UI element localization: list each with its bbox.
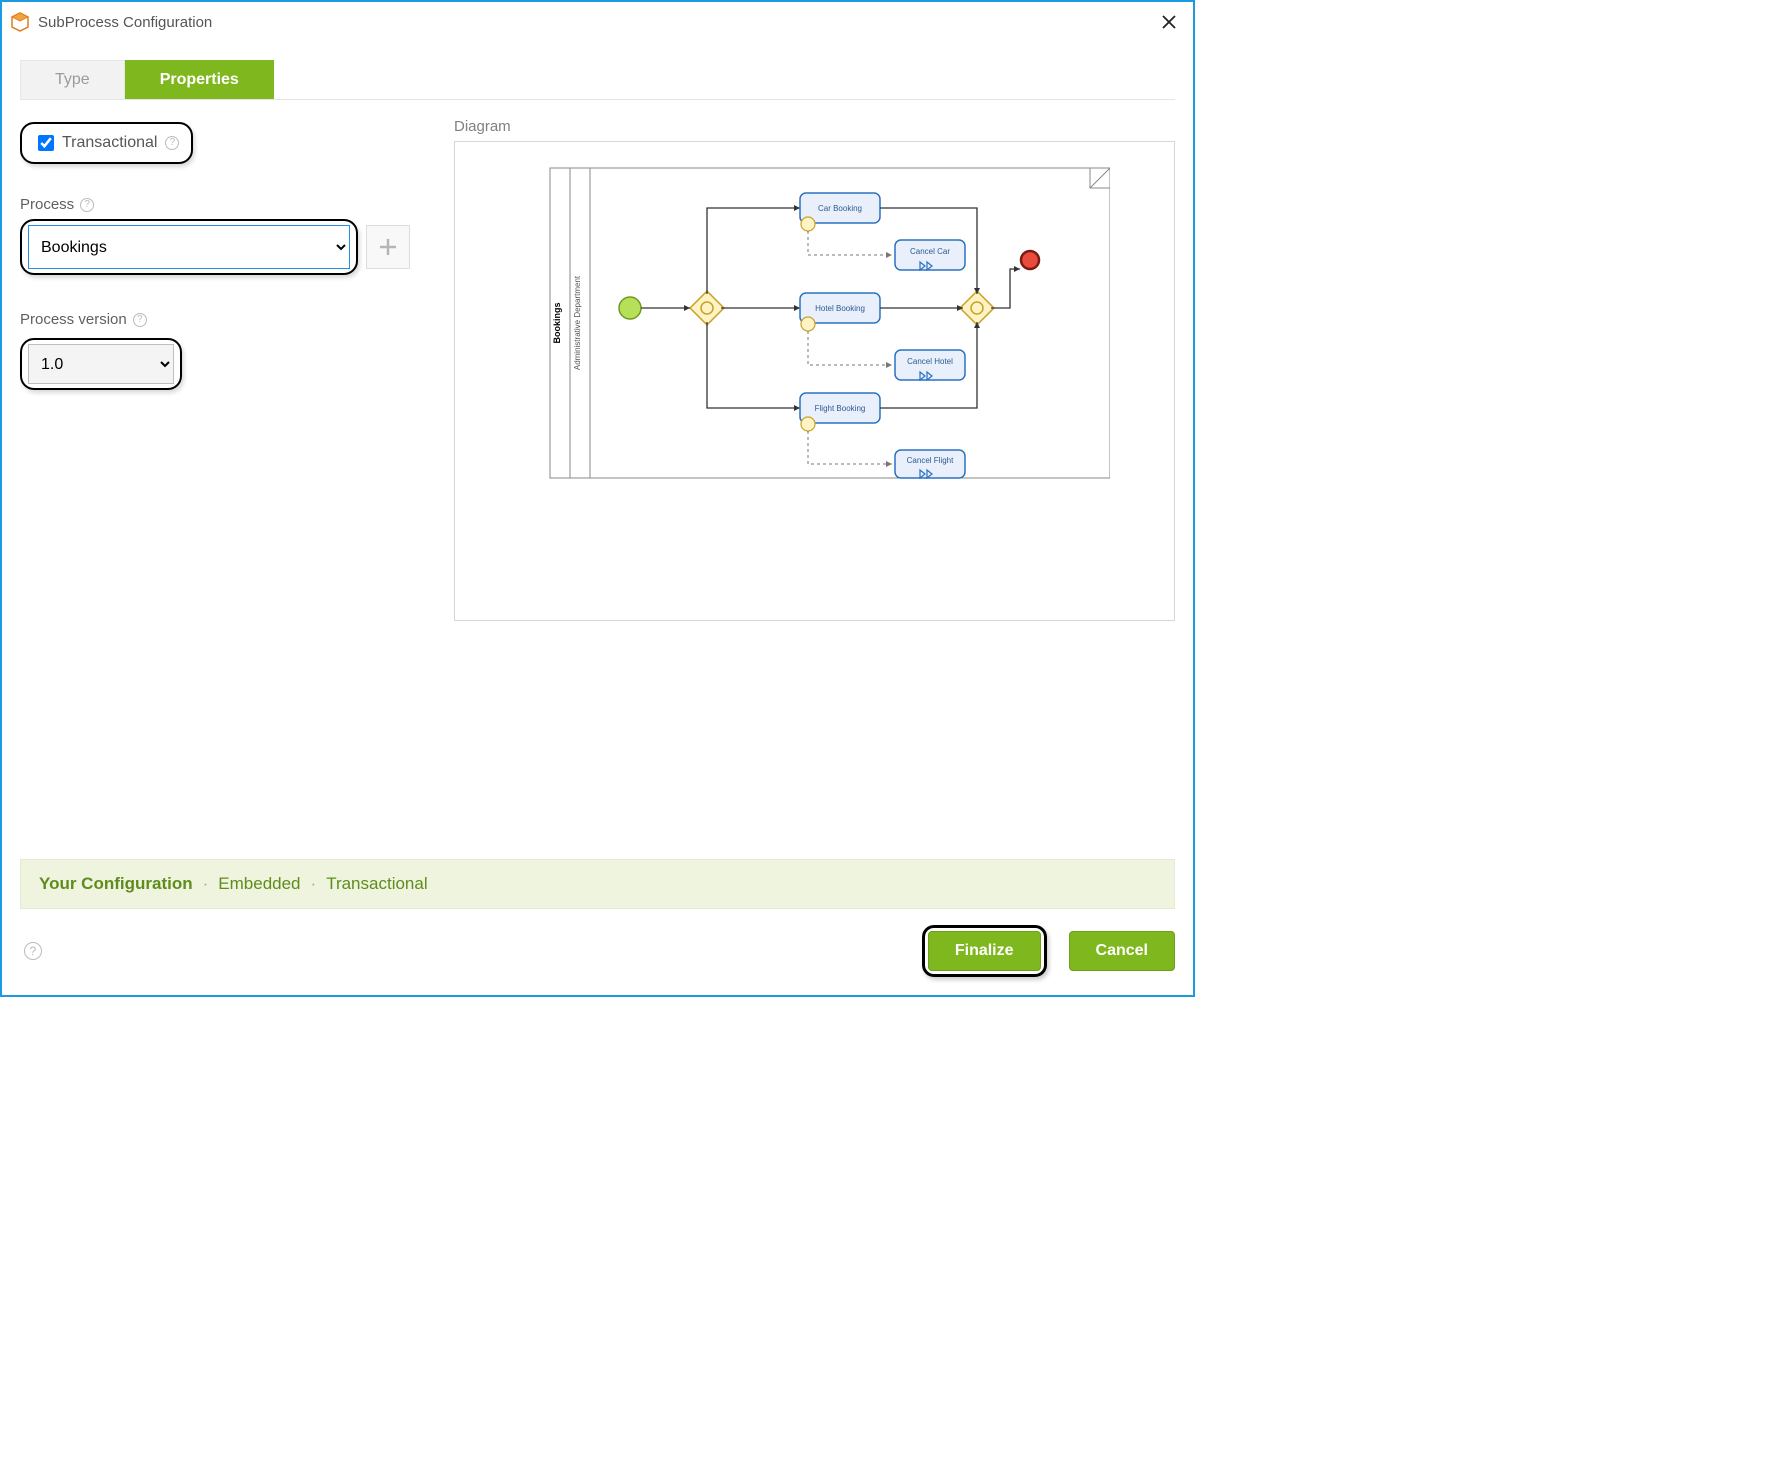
transactional-checkbox[interactable]: [38, 135, 54, 151]
config-summary-title: Your Configuration: [39, 874, 193, 894]
compensation-boundary-icon: [801, 417, 815, 431]
window-title: SubProcess Configuration: [38, 14, 212, 31]
finalize-button[interactable]: Finalize: [928, 931, 1041, 971]
bpmn-diagram: Bookings Administrative Department: [520, 158, 1110, 488]
process-group: Process ? Bookings: [20, 196, 430, 275]
version-label-row: Process version ?: [20, 311, 430, 328]
version-select[interactable]: 1.0: [28, 344, 174, 384]
content-area: Transactional ? Process ? Bookings: [2, 100, 1193, 859]
start-event-icon: [619, 297, 641, 319]
process-label-row: Process ?: [20, 196, 430, 213]
separator-dot: ·: [311, 874, 317, 894]
process-select[interactable]: Bookings: [28, 225, 350, 269]
finalize-highlight: Finalize: [922, 925, 1047, 977]
lane-name: Administrative Department: [573, 275, 582, 370]
process-select-highlight: Bookings: [20, 219, 358, 275]
config-summary: Your Configuration · Embedded · Transact…: [20, 859, 1175, 909]
cancel-button[interactable]: Cancel: [1069, 931, 1175, 971]
tab-bar: Type Properties: [20, 60, 1175, 100]
transactional-highlight: Transactional ?: [20, 122, 193, 164]
add-process-button[interactable]: [366, 225, 410, 269]
version-select-highlight: 1.0: [20, 338, 182, 390]
help-icon[interactable]: ?: [80, 198, 94, 212]
tab-type[interactable]: Type: [20, 60, 125, 99]
process-label: Process: [20, 196, 74, 213]
end-event-icon: [1021, 251, 1039, 269]
diagram-column: Diagram Bookings Administrative Departme…: [454, 118, 1175, 859]
svg-text:Cancel Hotel: Cancel Hotel: [907, 357, 953, 366]
tab-properties[interactable]: Properties: [125, 60, 274, 99]
transactional-group: Transactional ?: [20, 122, 430, 164]
svg-text:Car Booking: Car Booking: [817, 204, 861, 213]
titlebar: SubProcess Configuration: [2, 2, 1193, 42]
app-icon: [10, 12, 30, 32]
diagram-label: Diagram: [454, 118, 1175, 135]
help-icon[interactable]: ?: [133, 313, 147, 327]
separator-dot: ·: [203, 874, 209, 894]
config-chip-transactional: Transactional: [326, 874, 427, 894]
compensation-boundary-icon: [801, 317, 815, 331]
compensation-boundary-icon: [801, 217, 815, 231]
close-button[interactable]: [1155, 8, 1183, 36]
version-group: Process version ? 1.0: [20, 311, 430, 390]
svg-text:Cancel Flight: Cancel Flight: [906, 456, 953, 465]
svg-text:Hotel Booking: Hotel Booking: [815, 304, 865, 313]
pool-name: Bookings: [552, 302, 562, 343]
dialog-window: SubProcess Configuration Type Properties…: [0, 0, 1195, 997]
version-label: Process version: [20, 311, 127, 328]
help-icon[interactable]: ?: [24, 942, 42, 960]
svg-text:Cancel Car: Cancel Car: [909, 247, 949, 256]
transactional-label: Transactional: [62, 134, 157, 152]
config-chip-embedded: Embedded: [218, 874, 300, 894]
diagram-preview: Bookings Administrative Department: [454, 141, 1175, 621]
form-column: Transactional ? Process ? Bookings: [20, 118, 430, 859]
svg-text:Flight Booking: Flight Booking: [814, 404, 865, 413]
footer-actions: ? Finalize Cancel: [2, 921, 1193, 995]
help-icon[interactable]: ?: [165, 136, 179, 150]
